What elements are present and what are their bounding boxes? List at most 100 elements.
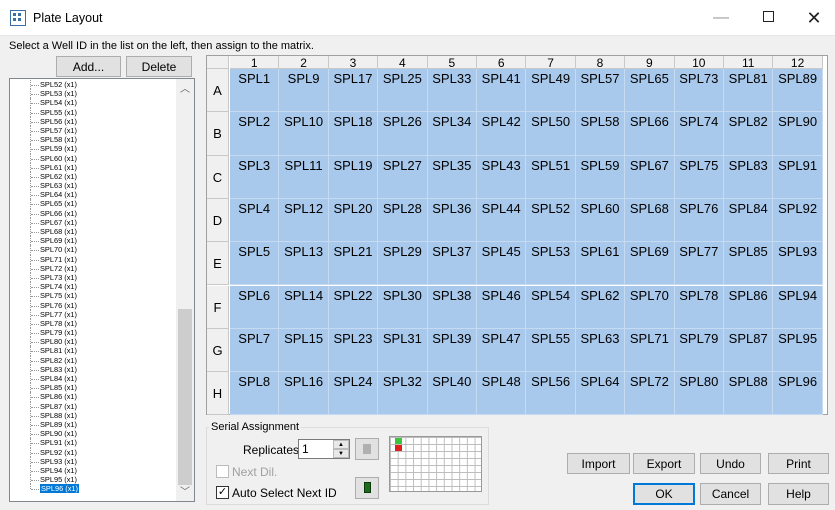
replicates-down-icon[interactable]: ▼ [333,449,349,458]
column-header[interactable]: 2 [279,56,329,70]
plate-well[interactable]: SPL33 [427,69,477,113]
list-item[interactable]: SPL78 (x1) [10,318,175,329]
list-item[interactable]: SPL95 (x1) [10,475,175,485]
next-dil-checkbox[interactable] [216,465,229,478]
column-header[interactable]: 9 [625,56,675,70]
plate-well[interactable]: SPL40 [427,372,477,416]
list-item[interactable]: SPL80 (x1) [10,337,175,347]
plate-well[interactable]: SPL80 [674,372,724,416]
plate-well[interactable]: SPL28 [378,198,428,243]
plate-well[interactable]: SPL65 [625,69,675,113]
plate-well[interactable]: SPL58 [575,112,626,156]
plate-well[interactable]: SPL29 [378,242,428,286]
list-item[interactable]: SPL63 (x1) [10,181,175,191]
plate-well[interactable]: SPL74 [674,112,724,156]
plate-well[interactable]: SPL92 [773,198,823,243]
plate-well[interactable]: SPL86 [724,285,774,329]
list-item[interactable]: SPL83 (x1) [10,364,175,374]
list-item[interactable]: SPL52 (x1) [10,80,175,90]
plate-well[interactable]: SPL22 [328,285,379,329]
column-header[interactable]: 12 [773,56,823,70]
plate-well[interactable]: SPL8 [230,372,280,416]
auto-select-checkbox[interactable]: ✓ [216,486,229,499]
plate-well[interactable]: SPL71 [625,328,675,373]
plate-well[interactable]: SPL25 [378,69,428,113]
plate-well[interactable]: SPL31 [378,328,428,373]
plate-well[interactable]: SPL5 [230,242,280,286]
plate-well[interactable]: SPL66 [625,112,675,156]
list-item[interactable]: SPL68 (x1) [10,227,175,237]
plate-well[interactable]: SPL95 [773,328,823,373]
plate-well[interactable]: SPL62 [575,285,626,329]
add-button[interactable]: Add... [56,56,121,77]
list-item[interactable]: SPL64 (x1) [10,190,175,200]
column-header[interactable]: 5 [427,56,477,70]
plate-well[interactable]: SPL23 [328,328,379,373]
plate-well[interactable]: SPL9 [279,69,329,113]
scroll-up-icon[interactable]: ︿ [176,81,194,98]
row-header[interactable]: C [207,155,229,199]
list-scrollbar[interactable]: ︿ ﹀ [176,79,194,501]
column-header[interactable]: 8 [575,56,626,70]
column-header[interactable]: 7 [526,56,576,70]
list-item[interactable]: SPL87 (x1) [10,401,175,411]
print-button[interactable]: Print [768,453,829,474]
minimize-icon[interactable]: — [698,0,744,36]
cancel-button[interactable]: Cancel [700,483,761,505]
plate-well[interactable]: SPL79 [674,328,724,373]
list-item[interactable]: SPL62 (x1) [10,171,175,182]
plate-well[interactable]: SPL45 [477,242,527,286]
list-item[interactable]: SPL66 (x1) [10,208,175,218]
list-item[interactable]: SPL73 (x1) [10,272,175,283]
plate-well[interactable]: SPL68 [625,198,675,243]
plate-well[interactable]: SPL55 [526,328,576,373]
well-id-list[interactable]: SPL52 (x1) SPL53 (x1) SPL54 (x1) SPL55 (x1)… [9,78,195,502]
plate-well[interactable]: SPL88 [724,372,774,416]
plate-well[interactable]: SPL16 [279,372,329,416]
list-item[interactable]: SPL91 (x1) [10,438,175,448]
plate-well[interactable]: SPL67 [625,155,675,199]
plate-well[interactable]: SPL44 [477,198,527,243]
plate-well[interactable]: SPL69 [625,242,675,286]
plate-well[interactable]: SPL3 [230,155,280,199]
plate-matrix[interactable]: 1 2 3 4 5 6 7 8 9 10 11 12 A SPL1 SPL9 SPL17 SPL25 SPL33 S… [206,55,828,416]
row-header[interactable]: E [207,242,229,286]
plate-well[interactable]: SPL37 [427,242,477,286]
plate-well[interactable]: SPL85 [724,242,774,286]
row-header[interactable]: B [207,112,229,156]
plate-well[interactable]: SPL30 [378,285,428,329]
plate-well[interactable]: SPL7 [230,328,280,373]
plate-well[interactable]: SPL60 [575,198,626,243]
plate-well[interactable]: SPL39 [427,328,477,373]
plate-well[interactable]: SPL32 [378,372,428,416]
list-item[interactable]: SPL85 (x1) [10,383,175,393]
plate-well[interactable]: SPL82 [724,112,774,156]
replicates-up-icon[interactable]: ▲ [333,440,349,449]
plate-well[interactable]: SPL52 [526,198,576,243]
plate-well[interactable]: SPL18 [328,112,379,156]
row-header[interactable]: A [207,69,229,113]
plate-well[interactable]: SPL75 [674,155,724,199]
plate-well[interactable]: SPL87 [724,328,774,373]
plate-well[interactable]: SPL93 [773,242,823,286]
row-header[interactable]: F [207,285,229,329]
list-item[interactable]: SPL88 (x1) [10,410,175,420]
list-item[interactable]: SPL57 (x1) [10,125,175,136]
plate-well[interactable]: SPL26 [378,112,428,156]
list-item[interactable]: SPL74 (x1) [10,282,175,292]
plate-well[interactable]: SPL61 [575,242,626,286]
list-item[interactable]: SPL82 (x1) [10,355,175,365]
plate-well[interactable]: SPL83 [724,155,774,199]
plate-well[interactable]: SPL54 [526,285,576,329]
list-item[interactable]: SPL76 (x1) [10,300,175,310]
plate-well[interactable]: SPL42 [477,112,527,156]
list-item[interactable]: SPL67 (x1) [10,217,175,227]
list-item[interactable]: SPL90 (x1) [10,429,175,439]
maximize-icon[interactable] [745,0,791,36]
list-item[interactable]: SPL93 (x1) [10,456,175,466]
close-icon[interactable]: ✕ [791,0,835,36]
plate-well[interactable]: SPL34 [427,112,477,156]
plate-well[interactable]: SPL94 [773,285,823,329]
list-item[interactable]: SPL69 (x1) [10,236,175,246]
column-header[interactable]: 6 [477,56,527,70]
